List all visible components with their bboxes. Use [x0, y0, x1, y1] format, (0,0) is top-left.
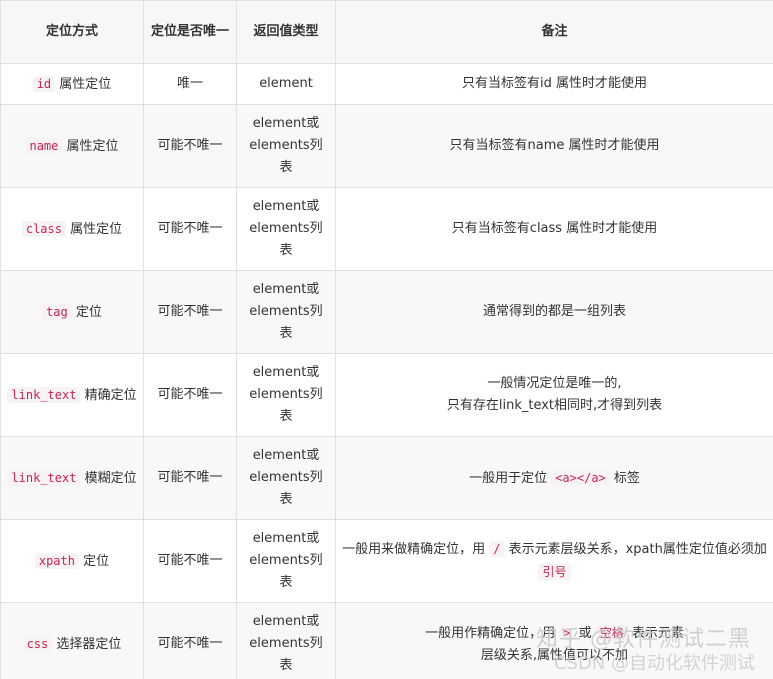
unique-cell: 唯一 [143, 63, 237, 105]
unique-cell: 可能不唯一 [143, 602, 237, 679]
note-text: 标签 [609, 470, 640, 486]
method-cell: css 选择器定位 [0, 602, 144, 679]
note-code: <a></a> [551, 469, 610, 486]
method-cell: xpath 定位 [0, 519, 144, 603]
method-cell: class 属性定位 [0, 187, 144, 271]
method-cell: name 属性定位 [0, 104, 144, 188]
locator-table: 定位方式 定位是否唯一 返回值类型 备注 id 属性定位 唯一 element … [0, 0, 773, 679]
note-text: 表示元素层级关系，xpath属性定位值必须加 [504, 542, 767, 557]
method-code: tag [42, 303, 72, 320]
note-text: 层级关系,属性值可以不加 [480, 647, 629, 663]
note-text: 一般用作精确定位，用 [425, 625, 560, 641]
unique-cell: 可能不唯一 [143, 436, 237, 520]
note-cell: 一般用来做精确定位，用 / 表示元素层级关系，xpath属性定位值必须加 引号 [335, 519, 773, 603]
header-unique: 定位是否唯一 [143, 0, 237, 64]
method-code: css [22, 635, 53, 652]
method-cell: id 属性定位 [0, 63, 144, 105]
note-code: 空格 [595, 624, 628, 641]
note-text: 一般用于定位 [469, 470, 552, 486]
page: 定位方式 定位是否唯一 返回值类型 备注 id 属性定位 唯一 element … [0, 0, 773, 679]
table-row: name 属性定位 可能不唯一 element或elements列表 只有当标签… [0, 104, 773, 188]
return-cell: element或elements列表 [236, 353, 336, 437]
method-label: 定位 [71, 304, 102, 320]
method-label: 定位 [78, 553, 110, 569]
note-cell: 通常得到的都是一组列表 [335, 270, 773, 354]
note-code: > [559, 624, 575, 641]
note-line-1: 一般情况定位是唯一的, [487, 376, 622, 391]
header-return-type: 返回值类型 [236, 0, 336, 64]
method-code: class [21, 220, 66, 237]
table-row: link_text 模糊定位 可能不唯一 element或elements列表 … [0, 436, 773, 520]
method-label: 属性定位 [65, 221, 123, 237]
method-label: 选择器定位 [52, 636, 122, 652]
note-code: / [489, 541, 505, 557]
unique-cell: 可能不唯一 [143, 187, 237, 271]
table-row: xpath 定位 可能不唯一 element或elements列表 一般用来做精… [0, 519, 773, 603]
method-label: 属性定位 [55, 76, 112, 92]
note-cell: 一般用作精确定位，用 > 或 空格 表示元素层级关系,属性值可以不加 [335, 602, 773, 679]
method-label: 模糊定位 [80, 470, 137, 486]
note-text: 或 [574, 625, 596, 641]
note-cell: 只有当标签有name 属性时才能使用 [335, 104, 773, 188]
return-cell: element或elements列表 [236, 187, 336, 271]
note-text: 表示元素 [627, 625, 684, 641]
return-cell: element或elements列表 [236, 519, 336, 603]
method-code: id [32, 75, 56, 92]
method-label: 属性定位 [62, 138, 119, 154]
unique-cell: 可能不唯一 [143, 519, 237, 603]
header-note: 备注 [335, 0, 773, 64]
note-cell: 只有当标签有id 属性时才能使用 [335, 63, 773, 105]
table-row: tag 定位 可能不唯一 element或elements列表 通常得到的都是一… [0, 270, 773, 354]
table-row: class 属性定位 可能不唯一 element或elements列表 只有当标… [0, 187, 773, 271]
table-row: css 选择器定位 可能不唯一 element或elements列表 一般用作精… [0, 602, 773, 679]
table-row: link_text 精确定位 可能不唯一 element或elements列表 … [0, 353, 773, 437]
method-label: 精确定位 [80, 387, 137, 403]
header-row: 定位方式 定位是否唯一 返回值类型 备注 [0, 0, 773, 64]
note-cell: 一般情况定位是唯一的, 只有存在link_text相同时,才得到列表 [335, 353, 773, 437]
unique-cell: 可能不唯一 [143, 353, 237, 437]
return-cell: element或elements列表 [236, 104, 336, 188]
return-cell: element或elements列表 [236, 436, 336, 520]
method-cell: link_text 精确定位 [0, 353, 144, 437]
unique-cell: 可能不唯一 [143, 270, 237, 354]
note-text: 一般用来做精确定位，用 [342, 542, 490, 557]
method-code: link_text [7, 386, 81, 403]
method-code: name [25, 137, 63, 154]
note-line-2: 只有存在link_text相同时,才得到列表 [446, 398, 663, 413]
note-cell: 只有当标签有class 属性时才能使用 [335, 187, 773, 271]
return-cell: element或elements列表 [236, 602, 336, 679]
method-cell: link_text 模糊定位 [0, 436, 144, 520]
note-code: 引号 [538, 564, 571, 580]
header-method: 定位方式 [0, 0, 144, 64]
return-cell: element [236, 63, 336, 105]
method-cell: tag 定位 [0, 270, 144, 354]
table-row: id 属性定位 唯一 element 只有当标签有id 属性时才能使用 [0, 63, 773, 105]
method-code: link_text [7, 469, 81, 486]
unique-cell: 可能不唯一 [143, 104, 237, 188]
note-cell: 一般用于定位 <a></a> 标签 [335, 436, 773, 520]
method-code: xpath [34, 552, 79, 569]
return-cell: element或elements列表 [236, 270, 336, 354]
